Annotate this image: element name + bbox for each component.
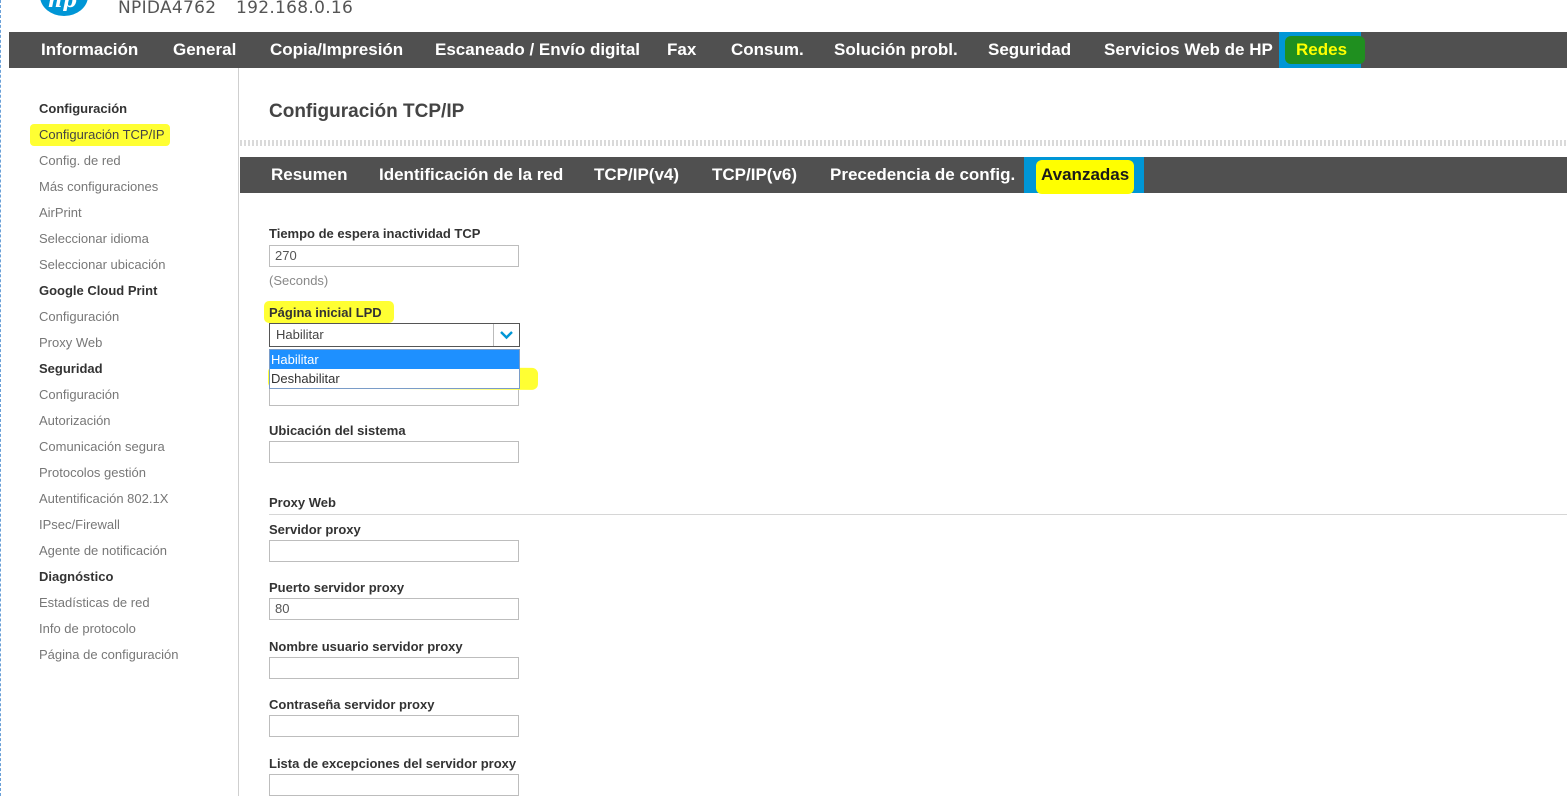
tab-fax[interactable]: Fax xyxy=(667,32,696,68)
sidebar-item-agente-notificacion[interactable]: Agente de notificación xyxy=(39,543,167,558)
hp-logo: hp xyxy=(40,0,88,16)
lpd-banner-selected-value: Habilitar xyxy=(276,327,324,342)
sidebar-item-autentificacion-8021x[interactable]: Autentificación 802.1X xyxy=(39,491,168,506)
chevron-down-icon[interactable] xyxy=(493,324,519,346)
proxy-server-input[interactable] xyxy=(269,540,519,562)
device-name: NPIDA4762 xyxy=(118,0,217,18)
tab-copia-impresion[interactable]: Copia/Impresión xyxy=(270,32,403,68)
sidebar-item-config-de-red[interactable]: Config. de red xyxy=(39,153,121,168)
sidebar-item-seleccionar-idioma[interactable]: Seleccionar idioma xyxy=(39,231,149,246)
proxy-exceptions-label: Lista de excepciones del servidor proxy xyxy=(269,756,517,771)
proxy-password-label: Contraseña servidor proxy xyxy=(269,697,435,712)
proxy-server-label: Servidor proxy xyxy=(269,522,361,537)
page-title: Configuración TCP/IP xyxy=(269,101,465,122)
subtab-precedencia-config[interactable]: Precedencia de config. xyxy=(830,157,1015,193)
sidebar-item-autorizacion[interactable]: Autorización xyxy=(39,413,111,428)
proxy-user-label: Nombre usuario servidor proxy xyxy=(269,639,463,654)
sidebar-heading-google-cloud-print: Google Cloud Print xyxy=(39,283,158,298)
sidebar-item-seleccionar-ubicacion[interactable]: Seleccionar ubicación xyxy=(39,257,165,272)
tab-seguridad[interactable]: Seguridad xyxy=(988,32,1071,68)
sidebar-item-estadisticas-red[interactable]: Estadísticas de red xyxy=(39,595,150,610)
sidebar-item-proxy-web[interactable]: Proxy Web xyxy=(39,335,102,350)
lpd-banner-select[interactable]: Habilitar xyxy=(269,323,520,347)
proxy-user-input[interactable] xyxy=(269,657,519,679)
tab-servicios-web-hp[interactable]: Servicios Web de HP xyxy=(1104,32,1273,68)
system-location-input[interactable] xyxy=(269,441,519,463)
title-separator xyxy=(240,140,1567,146)
tcp-idle-timeout-unit: (Seconds) xyxy=(269,273,329,288)
proxy-port-input[interactable]: 80 xyxy=(269,598,519,620)
device-ip: 192.168.0.16 xyxy=(236,0,354,18)
hp-logo-text: hp xyxy=(48,0,77,12)
sub-nav: Resumen Identificación de la red TCP/IP(… xyxy=(240,157,1567,194)
sidebar-heading-seguridad: Seguridad xyxy=(39,361,103,376)
sidebar-item-configuracion-tcpip[interactable]: Configuración TCP/IP xyxy=(39,127,165,142)
subtab-tcpip-v6[interactable]: TCP/IP(v6) xyxy=(712,157,797,193)
tcp-idle-timeout-input[interactable]: 270 xyxy=(269,245,519,267)
subtab-avanzadas[interactable]: Avanzadas xyxy=(1041,157,1129,193)
tab-redes[interactable]: Redes xyxy=(1296,32,1347,68)
sidebar-item-ipsec-firewall[interactable]: IPsec/Firewall xyxy=(39,517,120,532)
tab-solucion-probl[interactable]: Solución probl. xyxy=(834,32,958,68)
sidebar-divider xyxy=(238,68,239,796)
tab-escaneado-envio-digital[interactable]: Escaneado / Envío digital xyxy=(435,32,640,68)
subtab-resumen[interactable]: Resumen xyxy=(271,157,348,193)
system-location-label: Ubicación del sistema xyxy=(269,423,406,438)
sidebar-item-pagina-configuracion[interactable]: Página de configuración xyxy=(39,647,179,662)
frame-edge xyxy=(0,0,1,796)
lpd-banner-dropdown-list: Habilitar Deshabilitar xyxy=(269,349,520,389)
proxy-section-divider xyxy=(269,514,1567,515)
proxy-web-section-title: Proxy Web xyxy=(269,495,336,510)
proxy-port-label: Puerto servidor proxy xyxy=(269,580,405,595)
sidebar-heading-diagnostico: Diagnóstico xyxy=(39,569,114,584)
tab-informacion[interactable]: Información xyxy=(41,32,138,68)
top-nav: Información General Copia/Impresión Esca… xyxy=(9,32,1567,68)
sidebar-item-comunicacion-segura[interactable]: Comunicación segura xyxy=(39,439,165,454)
tcp-idle-timeout-label: Tiempo de espera inactividad TCP xyxy=(269,226,481,241)
sidebar-heading-configuracion: Configuración xyxy=(39,101,128,116)
sidebar-item-airprint[interactable]: AirPrint xyxy=(39,205,82,220)
subtab-tcpip-v4[interactable]: TCP/IP(v4) xyxy=(594,157,679,193)
sidebar-item-seg-configuracion[interactable]: Configuración xyxy=(39,387,119,402)
option-deshabilitar[interactable]: Deshabilitar xyxy=(270,369,519,388)
option-habilitar[interactable]: Habilitar xyxy=(270,350,519,369)
sidebar-item-mas-configuraciones[interactable]: Más configuraciones xyxy=(39,179,158,194)
sidebar-item-gcp-configuracion[interactable]: Configuración xyxy=(39,309,119,324)
tab-consum[interactable]: Consum. xyxy=(731,32,804,68)
subtab-identificacion-red[interactable]: Identificación de la red xyxy=(379,157,563,193)
proxy-password-input[interactable] xyxy=(269,715,519,737)
proxy-exceptions-input[interactable] xyxy=(269,774,519,796)
lpd-banner-label: Página inicial LPD xyxy=(269,305,382,320)
sidebar-item-protocolos-gestion[interactable]: Protocolos gestión xyxy=(39,465,146,480)
sidebar-item-info-protocolo[interactable]: Info de protocolo xyxy=(39,621,136,636)
tab-general[interactable]: General xyxy=(173,32,236,68)
